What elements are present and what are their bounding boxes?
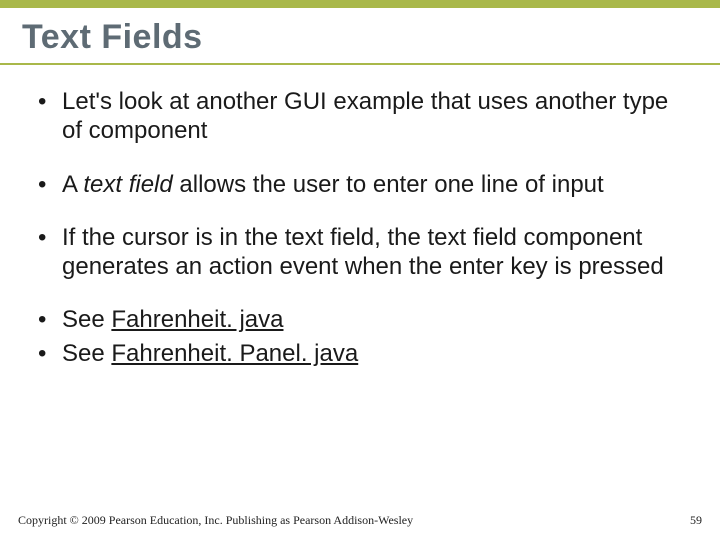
bullet-item: See Fahrenheit. Panel. java [38,339,690,368]
title-block: Text Fields [0,8,720,65]
bullet-text: If the cursor is in the text field, the … [62,224,664,280]
bullet-item: See Fahrenheit. java [38,305,690,334]
accent-topbar [0,0,720,8]
bullet-text-pre: A [62,171,83,198]
footer: Copyright © 2009 Pearson Education, Inc.… [18,513,702,528]
bullet-list: Let's look at another GUI example that u… [38,87,690,368]
bullet-item: Let's look at another GUI example that u… [38,87,690,146]
link-fahrenheit-java[interactable]: Fahrenheit. java [111,306,283,333]
bullet-text-pre: See [62,340,111,367]
slide-content: Let's look at another GUI example that u… [0,65,720,368]
bullet-item: A text field allows the user to enter on… [38,170,690,199]
bullet-text-italic: text field [83,171,172,198]
page-number: 59 [690,513,702,528]
bullet-item: If the cursor is in the text field, the … [38,223,690,282]
bullet-text: Let's look at another GUI example that u… [62,88,668,144]
link-fahrenheit-panel-java[interactable]: Fahrenheit. Panel. java [111,340,358,367]
bullet-text-post: allows the user to enter one line of inp… [173,171,604,198]
copyright-text: Copyright © 2009 Pearson Education, Inc.… [18,513,413,528]
bullet-text-pre: See [62,306,111,333]
slide-title: Text Fields [22,18,698,57]
